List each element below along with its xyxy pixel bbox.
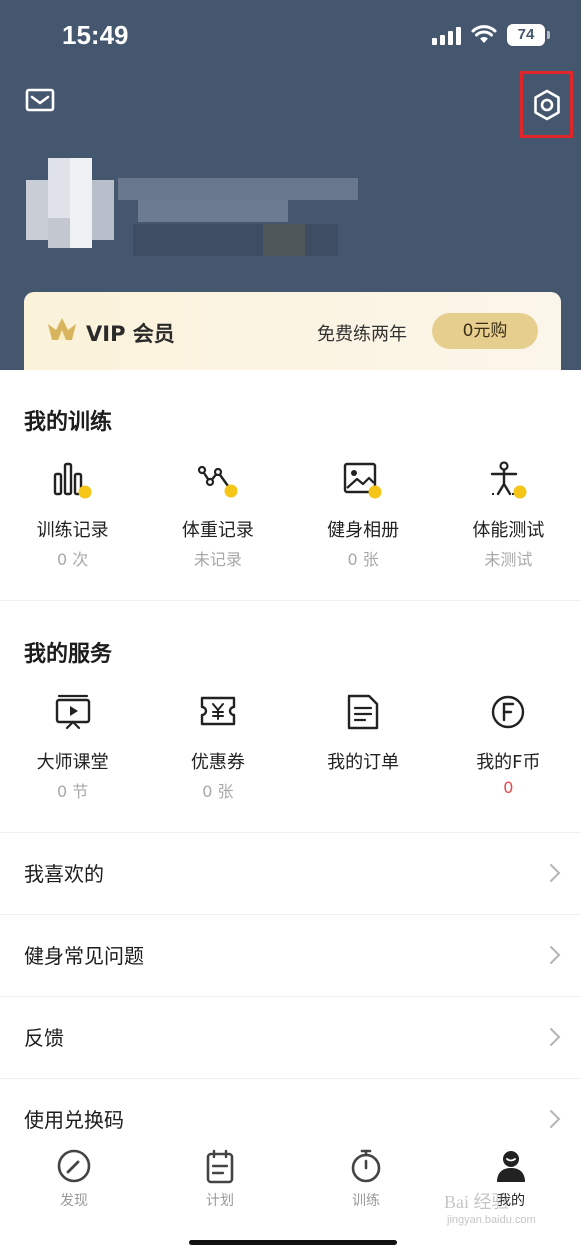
fitness-album-label: 健身相册	[327, 520, 400, 541]
vip-label: VIP 会员	[86, 322, 175, 346]
chevron-right-icon	[550, 1110, 561, 1128]
faq-row[interactable]: 健身常见问题	[0, 914, 581, 996]
f-coin-balance: 0	[503, 778, 514, 797]
services-section-title: 我的服务	[24, 642, 113, 667]
training-records-count: 0 次	[56, 550, 89, 569]
services-grid: 大师课堂 0 节 优惠券 0 张 我的订单 我的F币 0	[0, 692, 581, 802]
fitness-test-item[interactable]: 体能测试 未测试	[436, 460, 581, 570]
training-records-item[interactable]: 训练记录 0 次	[0, 460, 145, 570]
weight-records-item[interactable]: 体重记录 未记录	[145, 460, 290, 570]
redeem-code-label: 使用兑换码	[24, 1108, 124, 1132]
chevron-right-icon	[550, 864, 561, 882]
section-divider	[0, 600, 581, 601]
favorites-row[interactable]: 我喜欢的	[0, 832, 581, 914]
settings-button[interactable]	[520, 71, 573, 138]
plan-icon	[206, 1149, 234, 1184]
weight-records-status: 未记录	[193, 550, 242, 569]
battery-indicator: 74	[507, 24, 550, 46]
fitness-test-label: 体能测试	[472, 520, 545, 541]
weight-trend-icon	[197, 465, 238, 498]
video-class-icon	[55, 694, 90, 730]
discover-icon	[57, 1149, 91, 1183]
avatar[interactable]	[18, 158, 358, 268]
chevron-right-icon	[550, 1028, 561, 1046]
master-class-label: 大师课堂	[36, 752, 109, 773]
master-class-item[interactable]: 大师课堂 0 节	[0, 692, 145, 802]
status-bar: 15:49 74	[0, 0, 581, 76]
coupon-label: 优惠券	[190, 752, 245, 773]
chevron-right-icon	[550, 946, 561, 964]
bar-chart-icon	[53, 462, 92, 499]
tab-plan[interactable]: 计划	[180, 1148, 260, 1210]
tab-training-label: 训练	[352, 1193, 380, 1209]
profile-icon	[497, 1151, 525, 1182]
vip-card[interactable]: VIP 会员 免费练两年 0元购	[24, 292, 561, 370]
training-records-label: 训练记录	[36, 520, 109, 541]
fitness-test-status: 未测试	[484, 550, 533, 569]
vip-buy-button[interactable]: 0元购	[432, 313, 538, 349]
coupon-count: 0 张	[202, 782, 234, 801]
f-coin-item[interactable]: 我的F币 0	[436, 692, 581, 802]
faq-label: 健身常见问题	[24, 944, 144, 968]
fitness-album-count: 0 张	[347, 550, 379, 569]
cellular-signal-icon	[432, 25, 461, 45]
watermark: Bai 经验	[444, 1192, 510, 1212]
stopwatch-icon	[351, 1149, 381, 1183]
my-orders-label: 我的订单	[327, 752, 400, 773]
tab-discover[interactable]: 发现	[34, 1148, 114, 1210]
home-indicator	[189, 1240, 397, 1245]
my-orders-item[interactable]: 我的订单	[291, 692, 436, 802]
tab-training[interactable]: 训练	[326, 1148, 406, 1210]
f-coin-icon	[492, 695, 525, 729]
coupon-icon	[200, 696, 236, 726]
wifi-icon	[471, 25, 497, 43]
coupon-item[interactable]: 优惠券 0 张	[145, 692, 290, 802]
training-section-title: 我的训练	[24, 410, 113, 435]
f-coin-label: 我的F币	[476, 752, 541, 773]
training-grid: 训练记录 0 次 体重记录 未记录 健身相册 0 张 体能测试 未测试	[0, 460, 581, 570]
weight-records-label: 体重记录	[181, 520, 254, 541]
vip-description: 免费练两年	[317, 324, 407, 345]
order-icon	[347, 694, 379, 730]
status-icons: 74	[432, 24, 550, 46]
tab-discover-label: 发现	[60, 1193, 88, 1209]
gear-icon	[533, 89, 560, 120]
fitness-test-icon	[491, 461, 527, 499]
fitness-album-item[interactable]: 健身相册 0 张	[291, 460, 436, 570]
favorites-label: 我喜欢的	[24, 862, 104, 886]
tab-plan-label: 计划	[206, 1193, 234, 1209]
message-button[interactable]	[24, 86, 60, 118]
status-time: 15:49	[62, 20, 129, 50]
feedback-row[interactable]: 反馈	[0, 996, 581, 1078]
master-class-count: 0 节	[56, 782, 89, 801]
feedback-label: 反馈	[24, 1026, 64, 1050]
profile-header: 15:49 74 VIP 会员 免费练两年 0元购	[0, 0, 581, 370]
photo-album-icon	[343, 462, 382, 499]
watermark-url: jingyan.baidu.com	[447, 1214, 536, 1226]
crown-icon	[48, 318, 76, 340]
mail-icon	[25, 88, 55, 112]
